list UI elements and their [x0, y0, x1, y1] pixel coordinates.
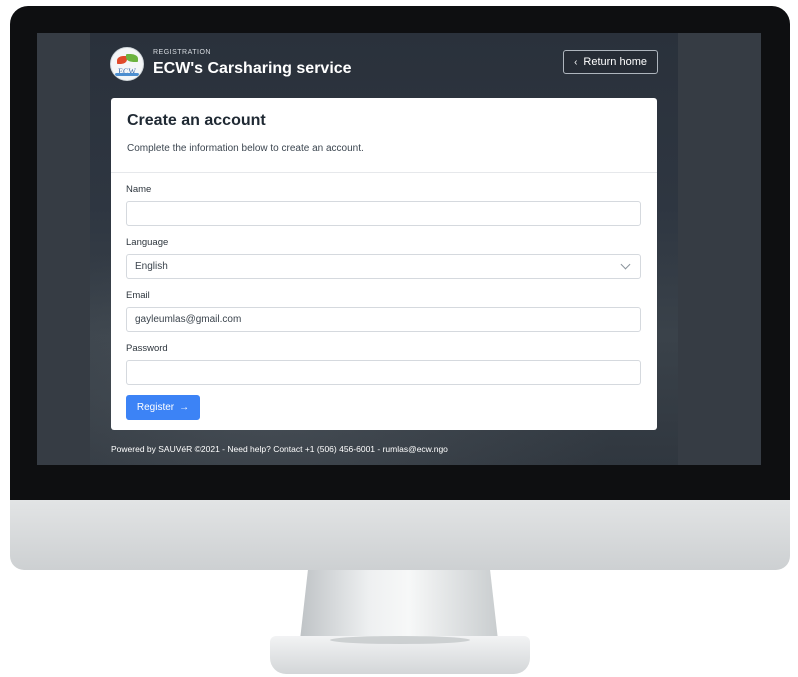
- monitor-stand-neck: [300, 570, 498, 640]
- app-title: ECW's Carsharing service: [153, 60, 352, 77]
- card-title: Create an account: [127, 112, 266, 129]
- chevron-left-icon: ‹: [574, 56, 578, 68]
- password-label: Password: [126, 343, 168, 354]
- ecw-logo: ECW: [110, 47, 144, 81]
- name-label: Name: [126, 184, 152, 195]
- email-label: Email: [126, 290, 150, 301]
- card-header: Create an account Complete the informati…: [111, 98, 657, 173]
- password-field[interactable]: [126, 360, 641, 385]
- register-button[interactable]: Register →: [126, 395, 200, 420]
- register-label: Register: [136, 402, 175, 413]
- logo-wave: [115, 73, 139, 76]
- footer-text: Powered by SAUVéR ©2021 - Need help? Con…: [111, 444, 448, 454]
- monitor-chin: [10, 500, 790, 570]
- register-card: Create an account Complete the informati…: [111, 98, 657, 430]
- chevron-down-icon: [620, 259, 631, 270]
- monitor-stand-shadow: [330, 636, 470, 644]
- language-select-value: English: [135, 261, 168, 272]
- register-form: Name Language English Email gayleumlas@g…: [111, 184, 657, 420]
- email-field-value: gayleumlas@gmail.com: [135, 314, 242, 325]
- email-field[interactable]: gayleumlas@gmail.com: [126, 307, 641, 332]
- return-home-label: Return home: [583, 56, 647, 68]
- card-subtitle: Complete the information below to create…: [127, 143, 364, 154]
- name-field[interactable]: [126, 201, 641, 226]
- logo-leaf-green: [126, 54, 138, 62]
- language-label: Language: [126, 237, 169, 248]
- screen: ECW REGISTRATION ECW's Carsharing servic…: [37, 33, 761, 465]
- return-home-button[interactable]: ‹ Return home: [563, 50, 658, 74]
- arrow-right-icon: →: [179, 402, 190, 413]
- page-eyebrow: REGISTRATION: [153, 49, 211, 56]
- app-container: ECW REGISTRATION ECW's Carsharing servic…: [90, 33, 678, 465]
- language-select[interactable]: English: [126, 254, 641, 279]
- header: ECW REGISTRATION ECW's Carsharing servic…: [110, 45, 658, 85]
